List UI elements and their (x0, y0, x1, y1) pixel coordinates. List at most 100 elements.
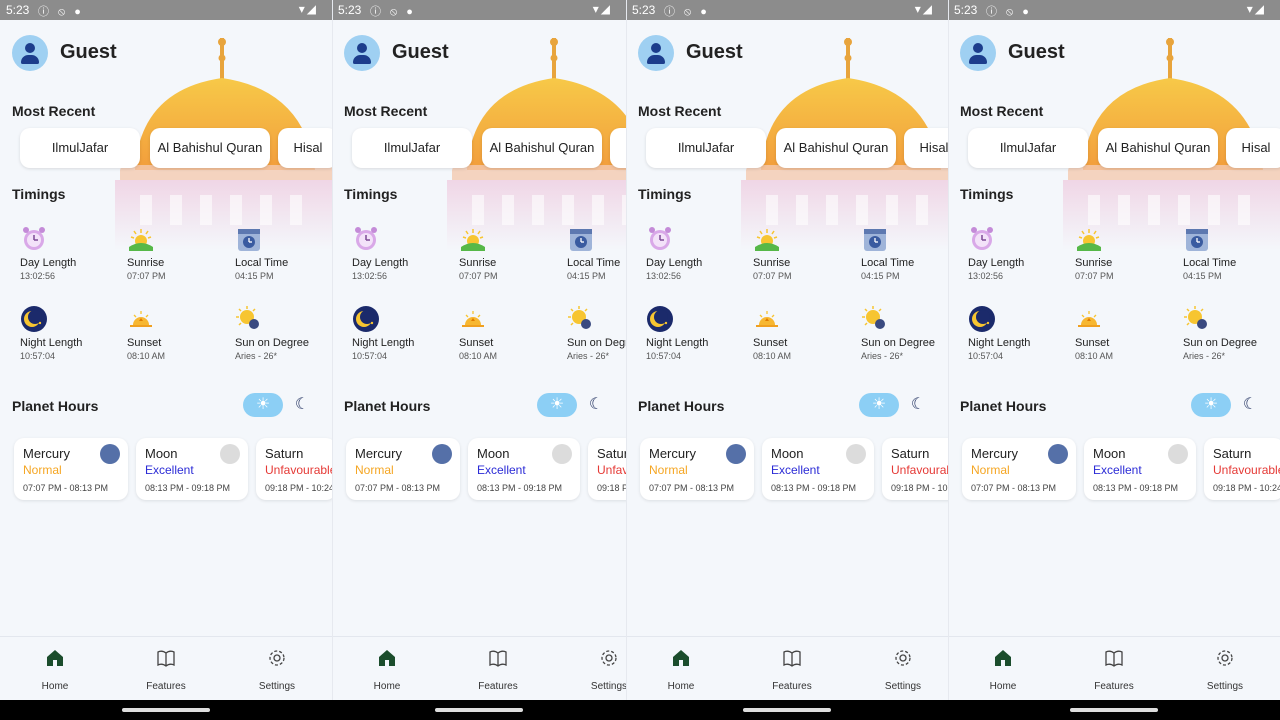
planet-card[interactable]: Saturn Unfavourable 09:18 PM - 10:24 PM (1204, 438, 1280, 500)
nav-item-home[interactable]: Home (20, 637, 90, 701)
planet-card[interactable]: Moon Excellent 08:13 PM - 09:18 PM (136, 438, 248, 500)
status-bar: 5:23 ⓘ ⦸ ● ▾◢ (0, 0, 332, 20)
planet-card[interactable]: Mercury Normal 07:07 PM - 08:13 PM (962, 438, 1076, 500)
recent-item[interactable]: Al Bahishul Quran (150, 128, 270, 168)
avatar[interactable] (638, 35, 674, 71)
home-indicator[interactable] (122, 708, 210, 712)
timing-value: 08:10 AM (1075, 351, 1114, 361)
timing-label: Sunrise (459, 257, 497, 269)
planet-card[interactable]: Mercury Normal 07:07 PM - 08:13 PM (346, 438, 460, 500)
avatar[interactable] (12, 35, 48, 71)
nav-item-settings[interactable]: Settings (242, 637, 312, 701)
recent-item[interactable]: IlmulJafar (968, 128, 1088, 168)
timing-value: 08:10 AM (753, 351, 792, 361)
planet-status: Excellent (1093, 463, 1142, 477)
avatar-body (21, 55, 39, 64)
avatar[interactable] (960, 35, 996, 71)
gesture-bar (0, 700, 332, 720)
avatar[interactable] (344, 35, 380, 71)
timing-value: 13:02:56 (646, 271, 682, 281)
timing-label: Local Time (861, 257, 915, 269)
timing-label: Sunrise (753, 257, 791, 269)
nav-item-features[interactable]: Features (131, 637, 201, 701)
nav-label: Features (772, 681, 812, 692)
day-toggle-button[interactable]: ☀ (859, 393, 899, 417)
timing-value: 08:10 AM (127, 351, 166, 361)
timing-label: Night Length (646, 337, 709, 349)
bottom-navigation: Home Features Settings (948, 636, 1280, 701)
recent-item[interactable]: Hisal (1226, 128, 1280, 168)
recent-item[interactable]: IlmulJafar (646, 128, 766, 168)
nav-item-settings[interactable]: Settings (1190, 637, 1260, 701)
day-toggle-button[interactable]: ☀ (537, 393, 577, 417)
timing-label: Day Length (968, 257, 1025, 269)
wifi-battery-icon: ▾◢ (298, 2, 318, 16)
recent-item[interactable]: Al Bahishul Quran (482, 128, 602, 168)
calendar-clock-icon (1183, 225, 1211, 253)
planet-card[interactable]: Saturn Unfavourable 09:18 PM - 10:24 PM (256, 438, 332, 500)
planet-name: Saturn (597, 446, 626, 461)
home-indicator[interactable] (1070, 708, 1158, 712)
notification-icons: ⓘ ⦸ ● (38, 6, 84, 18)
planet-time-range: 09:18 PM - 10:24 PM (1213, 483, 1280, 493)
timing-label: Night Length (968, 337, 1031, 349)
sunset-icon (753, 305, 781, 333)
nav-item-home[interactable]: Home (968, 637, 1038, 701)
planet-card[interactable]: Moon Excellent 08:13 PM - 09:18 PM (468, 438, 580, 500)
gear-icon (1215, 647, 1235, 669)
app-window: 5:23 ⓘ ⦸ ● ▾◢ Guest Most Recent IlmulJafar Al … (0, 0, 332, 720)
nav-item-features[interactable]: Features (1079, 637, 1149, 701)
timing-value: 10:57:04 (20, 351, 56, 361)
timing-label: Local Time (1183, 257, 1237, 269)
section-title-planet-hours: Planet Hours (344, 398, 431, 414)
night-toggle-button[interactable]: ☾ (1238, 393, 1262, 417)
recent-item[interactable]: IlmulJafar (20, 128, 140, 168)
night-toggle-button[interactable]: ☾ (290, 393, 314, 417)
recent-item[interactable]: Hisal (904, 128, 948, 168)
nav-item-features[interactable]: Features (757, 637, 827, 701)
nav-item-home[interactable]: Home (646, 637, 716, 701)
home-icon (377, 647, 397, 669)
sun-degree-icon (567, 305, 595, 333)
section-title-planet-hours: Planet Hours (960, 398, 1047, 414)
planet-name: Moon (771, 446, 804, 461)
planet-card[interactable]: Moon Excellent 08:13 PM - 09:18 PM (1084, 438, 1196, 500)
sun-degree-icon (1183, 305, 1211, 333)
recent-item[interactable]: Hisal (610, 128, 626, 168)
section-title-recent: Most Recent (12, 103, 96, 119)
planet-card[interactable]: Saturn Unfavourable 09:18 PM - 10:24 PM (882, 438, 948, 500)
planet-status: Unfavourable (265, 463, 332, 477)
night-toggle-button[interactable]: ☾ (584, 393, 608, 417)
notification-icons: ⓘ ⦸ ● (664, 6, 710, 18)
home-indicator[interactable] (743, 708, 831, 712)
planet-card[interactable]: Saturn Unfavourable 09:18 PM - 10:24 PM (588, 438, 626, 500)
recent-item[interactable]: IlmulJafar (352, 128, 472, 168)
book-icon (156, 647, 176, 669)
planet-card[interactable]: Mercury Normal 07:07 PM - 08:13 PM (640, 438, 754, 500)
timing-value: Aries - 26* (1183, 351, 1226, 361)
day-toggle-button[interactable]: ☀ (243, 393, 283, 417)
notification-icons: ⓘ ⦸ ● (370, 6, 416, 18)
nav-item-features[interactable]: Features (463, 637, 533, 701)
nav-item-settings[interactable]: Settings (574, 637, 626, 701)
crescent-moon-icon (352, 305, 380, 333)
sunset-icon (127, 305, 155, 333)
timing-value: 10:57:04 (968, 351, 1004, 361)
nav-label: Settings (590, 681, 626, 692)
planet-card[interactable]: Mercury Normal 07:07 PM - 08:13 PM (14, 438, 128, 500)
planet-time-range: 07:07 PM - 08:13 PM (971, 483, 1057, 493)
timing-value: Aries - 26* (861, 351, 904, 361)
nav-item-settings[interactable]: Settings (868, 637, 938, 701)
nav-label: Home (373, 681, 401, 692)
recent-item[interactable]: Al Bahishul Quran (1098, 128, 1218, 168)
planet-name: Saturn (1213, 446, 1252, 461)
home-indicator[interactable] (435, 708, 523, 712)
planet-status: Normal (23, 463, 62, 477)
day-toggle-button[interactable]: ☀ (1191, 393, 1231, 417)
night-toggle-button[interactable]: ☾ (906, 393, 930, 417)
planet-card[interactable]: Moon Excellent 08:13 PM - 09:18 PM (762, 438, 874, 500)
nav-item-home[interactable]: Home (352, 637, 422, 701)
pane-divider (626, 0, 627, 700)
recent-item[interactable]: Al Bahishul Quran (776, 128, 896, 168)
recent-item[interactable]: Hisal (278, 128, 332, 168)
